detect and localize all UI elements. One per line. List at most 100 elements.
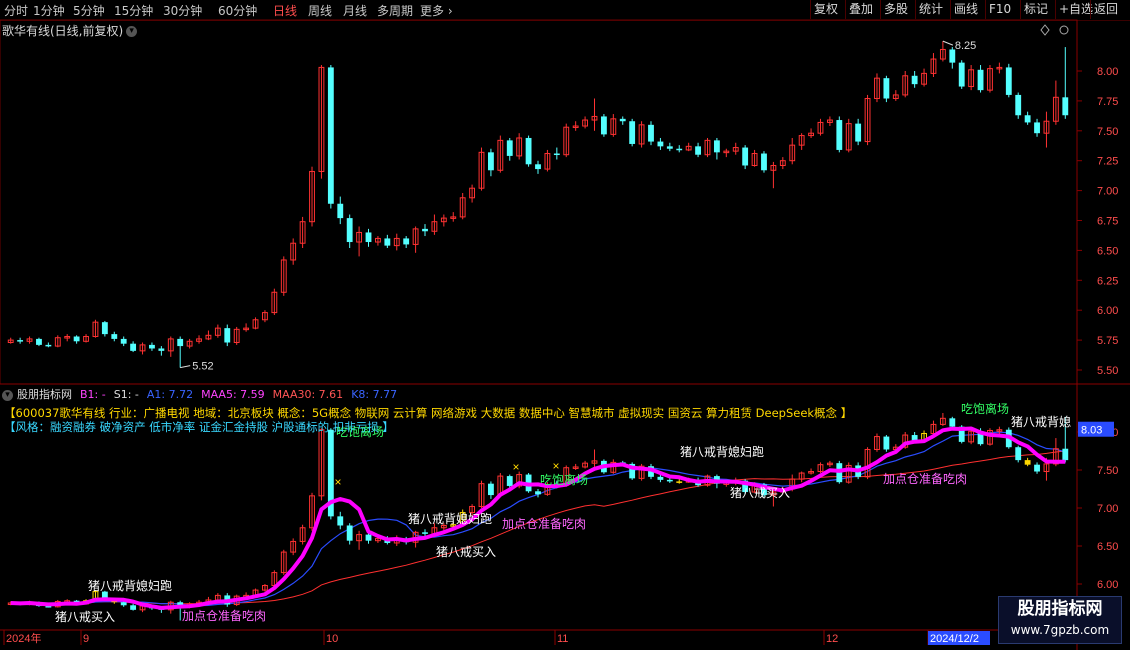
- indicator-header-item: MAA5: 7.59: [201, 388, 265, 401]
- indicator-candle-body: [883, 436, 890, 450]
- price-panel-title[interactable]: 歌华有线(日线,前复权) ▾: [2, 22, 138, 39]
- price-axis-label: 6.75: [1097, 216, 1118, 228]
- price-candle-body: [713, 140, 720, 153]
- price-candle-body: [666, 146, 673, 149]
- price-candle-body: [695, 146, 701, 155]
- price-candle-body: [384, 238, 391, 246]
- signal-label: 吃饱离场: [540, 472, 588, 487]
- indicator-candle-body: [949, 418, 956, 427]
- indicator-candle-body: [422, 532, 428, 534]
- watermark-url: www.7gpzb.com: [1010, 623, 1110, 637]
- signal-label: 猪八戒买入: [436, 545, 496, 559]
- indicator-dropdown-icon[interactable]: ▾: [2, 389, 13, 401]
- price-candle-body: [327, 67, 334, 204]
- price-axis-label: 7.00: [1097, 186, 1118, 198]
- price-candle-body: [111, 334, 118, 339]
- signal-label: 猪八戒买入: [730, 486, 790, 500]
- stock-style-line: 【风格：融资融券 破净资产 低市净率 证金汇金持股 沪股通标的 扣非亏损 】: [4, 420, 394, 434]
- price-axis-label: 5.50: [1097, 365, 1118, 377]
- price-candle-body: [337, 203, 344, 219]
- indicator-header-item: S1: -: [113, 388, 139, 401]
- indicator-header-item: A1: 7.72: [146, 388, 194, 401]
- watermark-title: 股朋指标网: [1017, 599, 1103, 619]
- price-axis-label: 7.25: [1097, 156, 1118, 168]
- price-candle-body: [553, 153, 560, 156]
- price-axis-label: 5.75: [1097, 335, 1118, 347]
- price-candle-body: [836, 120, 843, 150]
- diamond-icon: [1040, 24, 1050, 36]
- price-axis-label: 7.75: [1097, 96, 1118, 108]
- price-candle-body: [1062, 97, 1069, 116]
- low-price-label: 5.52: [192, 361, 213, 373]
- indicator-axis-label: 7.00: [1097, 503, 1118, 515]
- price-candle-body: [742, 147, 749, 166]
- indicator-header: ▾ 股朋指标网 B1: - S1: - A1: 7.72 MAA5: 7.59 MAA30:…: [2, 386, 405, 402]
- price-candle-body: [73, 336, 80, 342]
- indicator-candle-body: [1062, 448, 1069, 461]
- price-candle-body: [676, 148, 683, 151]
- indicator-candle-body: [657, 476, 664, 480]
- price-candle-body: [346, 218, 353, 243]
- price-panel-frame: [0, 19, 1078, 385]
- indicator-candle-body: [365, 534, 372, 541]
- signal-label: 加点仓准备吃肉: [883, 472, 967, 486]
- low-marker-line: [180, 365, 191, 369]
- signal-x-marker: ×: [512, 460, 519, 474]
- date-axis-label: 9: [83, 633, 89, 645]
- date-axis-label: 11: [557, 633, 568, 645]
- date-axis-label: 2024/12/2: [930, 633, 979, 645]
- price-candle-body: [657, 141, 664, 147]
- circle-icon: [1059, 25, 1069, 35]
- signal-label: 加点仓准备吃肉: [182, 609, 266, 623]
- indicator-axis-label: 6.50: [1097, 541, 1118, 553]
- date-axis-label: 2024年: [6, 631, 41, 645]
- signal-label: 加点仓准备吃肉: [502, 517, 586, 531]
- price-candle-body: [403, 238, 410, 245]
- date-axis-label: 10: [326, 633, 338, 645]
- dropdown-icon[interactable]: ▾: [126, 26, 138, 37]
- price-axis-label: 6.00: [1097, 305, 1118, 317]
- price-candle-body: [45, 344, 52, 347]
- price-candle-body: [149, 344, 155, 349]
- price-candle-body: [629, 121, 636, 144]
- price-candle-body: [977, 69, 984, 91]
- indicator-axis-label: 6.00: [1097, 579, 1118, 591]
- price-candle-body: [535, 164, 541, 170]
- price-candle-body: [648, 124, 654, 142]
- price-candle-body: [36, 338, 42, 345]
- indicator-header-item: K8: 7.77: [351, 388, 398, 401]
- price-candle-body: [1005, 67, 1012, 95]
- signal-label: 猪八戒背媳妇跑: [680, 444, 764, 459]
- signal-label: 吃饱离场: [961, 401, 1009, 416]
- signal-label: 猪八戒买入: [55, 610, 115, 624]
- price-candle-body: [488, 152, 494, 171]
- price-candle-body: [883, 78, 890, 99]
- price-candle-body: [422, 228, 428, 232]
- date-axis-label: 12: [826, 633, 838, 645]
- price-candle-body: [855, 123, 862, 142]
- indicator-candle-body: [1034, 464, 1040, 472]
- indicator-candle-body: [535, 491, 541, 495]
- signal-label: 猪八戒背媳妇跑: [408, 511, 492, 526]
- price-candle-body: [177, 338, 184, 347]
- indicator-candle-body: [337, 516, 344, 526]
- indicator-candle-body: [506, 476, 513, 486]
- price-candle-body: [130, 343, 137, 351]
- indicator-header-item: MAA30: 7.61: [272, 388, 344, 401]
- price-axis-label: 8.00: [1097, 66, 1118, 78]
- high-marker-line: [942, 40, 954, 46]
- indicator-candle-body: [676, 481, 683, 483]
- price-candle-body: [120, 338, 127, 344]
- price-candle-body: [101, 322, 108, 335]
- indicator-candle-body: [1024, 460, 1031, 465]
- indicator-candle-body: [1015, 447, 1022, 461]
- kline-chart: 8.00 7.75 7.50 7.25 7.00 6.75 6.50 6.25 6.00 5.75…: [0, 19, 1130, 650]
- indicator-header-item: 股朋指标网: [17, 388, 72, 401]
- indicator-candle-body: [911, 435, 918, 441]
- price-candle-body: [958, 62, 965, 87]
- price-candle-body: [525, 137, 532, 165]
- indicator-candle-body: [130, 605, 137, 610]
- price-candle-body: [365, 232, 372, 243]
- signal-x-marker: ×: [334, 475, 341, 489]
- price-candle-body: [506, 140, 513, 156]
